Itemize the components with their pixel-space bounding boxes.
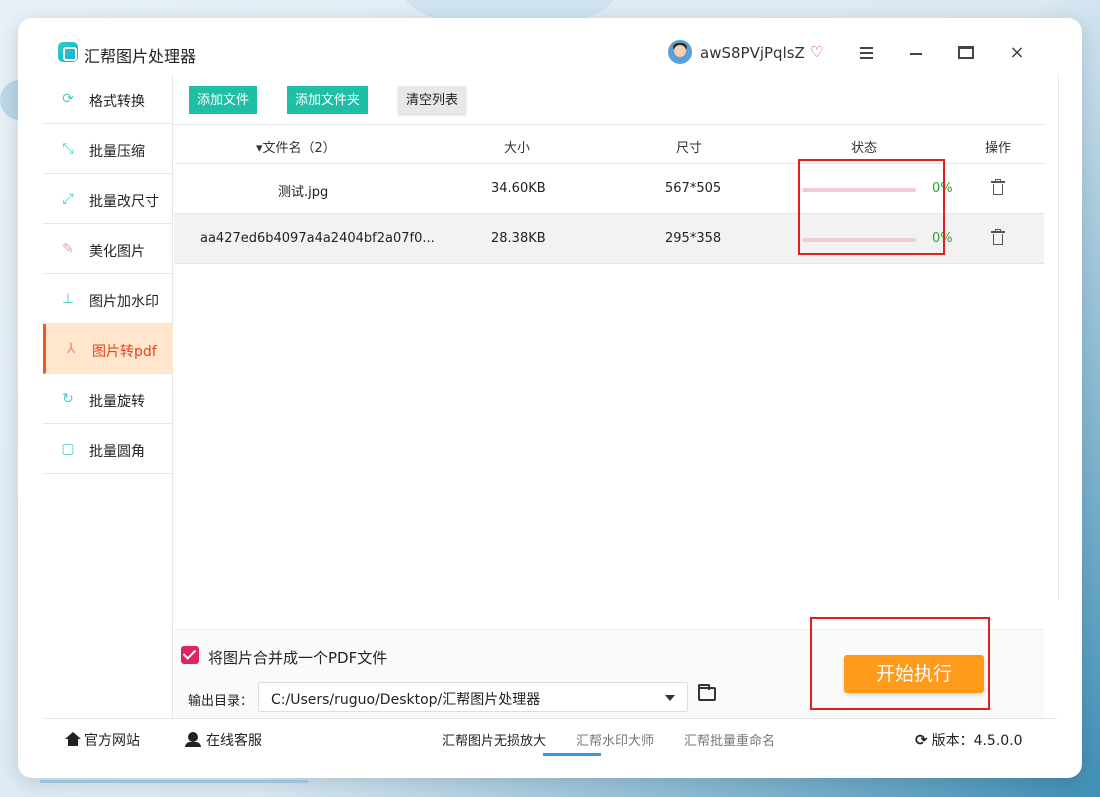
menu-icon[interactable] (856, 42, 878, 64)
beautify-icon: ✎ (62, 241, 74, 257)
sidebar-item-watermark[interactable]: ⊥ 图片加水印 (43, 274, 173, 324)
footer-link-batch-rename[interactable]: 汇帮批量重命名 (684, 730, 775, 749)
round-corner-icon: ▢ (61, 441, 75, 457)
table-row[interactable]: 测试.jpg 34.60KB 567*505 0% (174, 164, 1044, 214)
column-header-status: 状态 (851, 141, 878, 156)
file-size: 28.38KB (491, 231, 546, 246)
sidebar-item-image-to-pdf[interactable]: ⅄ 图片转pdf (43, 324, 173, 374)
vip-diamond-icon[interactable]: ♡ (810, 44, 826, 60)
version-info[interactable]: ⟳ 版本：4.5.0.0 (915, 730, 1023, 750)
table-header: ▾文件名（2） 大小 尺寸 状态 操作 (174, 124, 1044, 164)
sidebar-item-label: 图片加水印 (89, 294, 159, 310)
sidebar: ⟳ 格式转换 ⤡ 批量压缩 ⤢ 批量改尺寸 ✎ 美化图片 ⊥ 图片加水印 ⅄ 图… (43, 74, 173, 722)
online-support-link[interactable]: 在线客服 (185, 730, 262, 750)
footer: 官方网站 在线客服 汇帮图片无损放大 汇帮水印大师 汇帮批量重命名 ⟳ 版本：4.… (43, 718, 1057, 760)
background-shape (390, 0, 630, 20)
active-link-underline (543, 753, 601, 756)
column-header-actions: 操作 (985, 141, 1012, 156)
progress-text: 0% (932, 231, 953, 246)
sidebar-item-label: 批量旋转 (89, 394, 145, 410)
format-convert-icon: ⟳ (62, 91, 74, 107)
pdf-icon: ⅄ (66, 341, 76, 357)
sidebar-item-label: 格式转换 (89, 94, 145, 110)
output-dir-select[interactable]: C:/Users/ruguo/Desktop/汇帮图片处理器 (258, 682, 688, 712)
sidebar-item-round-corner[interactable]: ▢ 批量圆角 (43, 424, 173, 474)
version-label: 版本： (931, 733, 974, 749)
progress-text: 0% (932, 181, 953, 196)
table-row[interactable]: aa427ed6b4097a4a2404bf2a07f0... 28.38KB … (174, 214, 1044, 264)
column-header-filename[interactable]: ▾文件名（2） (256, 137, 336, 156)
delete-icon[interactable] (991, 179, 1005, 196)
sidebar-item-format-convert[interactable]: ⟳ 格式转换 (43, 74, 173, 124)
column-header-label: 文件名（2） (262, 141, 336, 156)
user-name[interactable]: awS8PVjPqlsZ (700, 44, 805, 62)
sidebar-item-label: 批量改尺寸 (89, 194, 159, 210)
footer-link-watermark-master[interactable]: 汇帮水印大师 (576, 730, 654, 749)
app-window: 汇帮图片处理器 awS8PVjPqlsZ ♡ × ⟳ 格式转换 ⤡ 批量压缩 ⤢… (18, 18, 1082, 778)
add-folder-button[interactable]: 添加文件夹 (287, 86, 369, 114)
sidebar-item-label: 美化图片 (89, 244, 145, 260)
delete-icon[interactable] (991, 229, 1005, 246)
output-dir-label: 输出目录： (188, 694, 254, 709)
file-name: aa427ed6b4097a4a2404bf2a07f0... (200, 231, 435, 246)
home-icon (65, 732, 81, 746)
online-support-label: 在线客服 (206, 733, 262, 749)
support-icon (185, 732, 201, 747)
background-line (40, 780, 308, 783)
refresh-icon: ⟳ (915, 731, 928, 749)
avatar[interactable] (668, 40, 692, 64)
file-size: 34.60KB (491, 181, 546, 196)
sidebar-item-compress[interactable]: ⤡ 批量压缩 (43, 124, 173, 174)
file-dimensions: 567*505 (665, 181, 722, 196)
sidebar-item-rotate[interactable]: ↻ 批量旋转 (43, 374, 173, 424)
output-dir-value: C:/Users/ruguo/Desktop/汇帮图片处理器 (271, 692, 541, 708)
progress-bar (802, 238, 916, 242)
sidebar-item-label: 图片转pdf (92, 344, 157, 360)
column-header-size: 大小 (504, 141, 531, 156)
clear-list-button[interactable]: 清空列表 (398, 86, 467, 114)
watermark-icon: ⊥ (61, 291, 75, 307)
resize-icon: ⤢ (62, 191, 74, 207)
start-button[interactable]: 开始执行 (844, 655, 984, 693)
compress-icon: ⤡ (62, 141, 74, 157)
folder-icon[interactable] (698, 684, 716, 701)
official-website-link[interactable]: 官方网站 (65, 730, 140, 750)
merge-pdf-label[interactable]: 将图片合并成一个PDF文件 (208, 647, 387, 668)
chevron-down-icon (665, 695, 675, 701)
file-dimensions: 295*358 (665, 231, 722, 246)
footer-link-lossless-upscale[interactable]: 汇帮图片无损放大 (442, 730, 546, 749)
maximize-icon[interactable] (956, 42, 978, 64)
sidebar-item-label: 批量圆角 (89, 444, 145, 460)
divider (1058, 74, 1059, 600)
merge-pdf-checkbox[interactable] (181, 646, 199, 664)
progress-bar (802, 188, 916, 192)
minimize-icon[interactable] (906, 42, 928, 64)
file-name: 测试.jpg (278, 185, 329, 200)
sidebar-item-label: 批量压缩 (89, 144, 145, 160)
version-value: 4.5.0.0 (973, 733, 1023, 749)
official-website-label: 官方网站 (84, 733, 140, 749)
column-header-dimensions: 尺寸 (676, 141, 703, 156)
app-title: 汇帮图片处理器 (84, 47, 197, 66)
sidebar-item-resize[interactable]: ⤢ 批量改尺寸 (43, 174, 173, 224)
avatar-face (674, 45, 686, 57)
add-file-button[interactable]: 添加文件 (189, 86, 258, 114)
sidebar-item-beautify[interactable]: ✎ 美化图片 (43, 224, 173, 274)
title-bar: 汇帮图片处理器 awS8PVjPqlsZ ♡ × (18, 18, 1082, 74)
close-icon[interactable]: × (1006, 42, 1028, 64)
app-logo-icon (58, 42, 78, 62)
rotate-icon: ↻ (62, 391, 74, 407)
